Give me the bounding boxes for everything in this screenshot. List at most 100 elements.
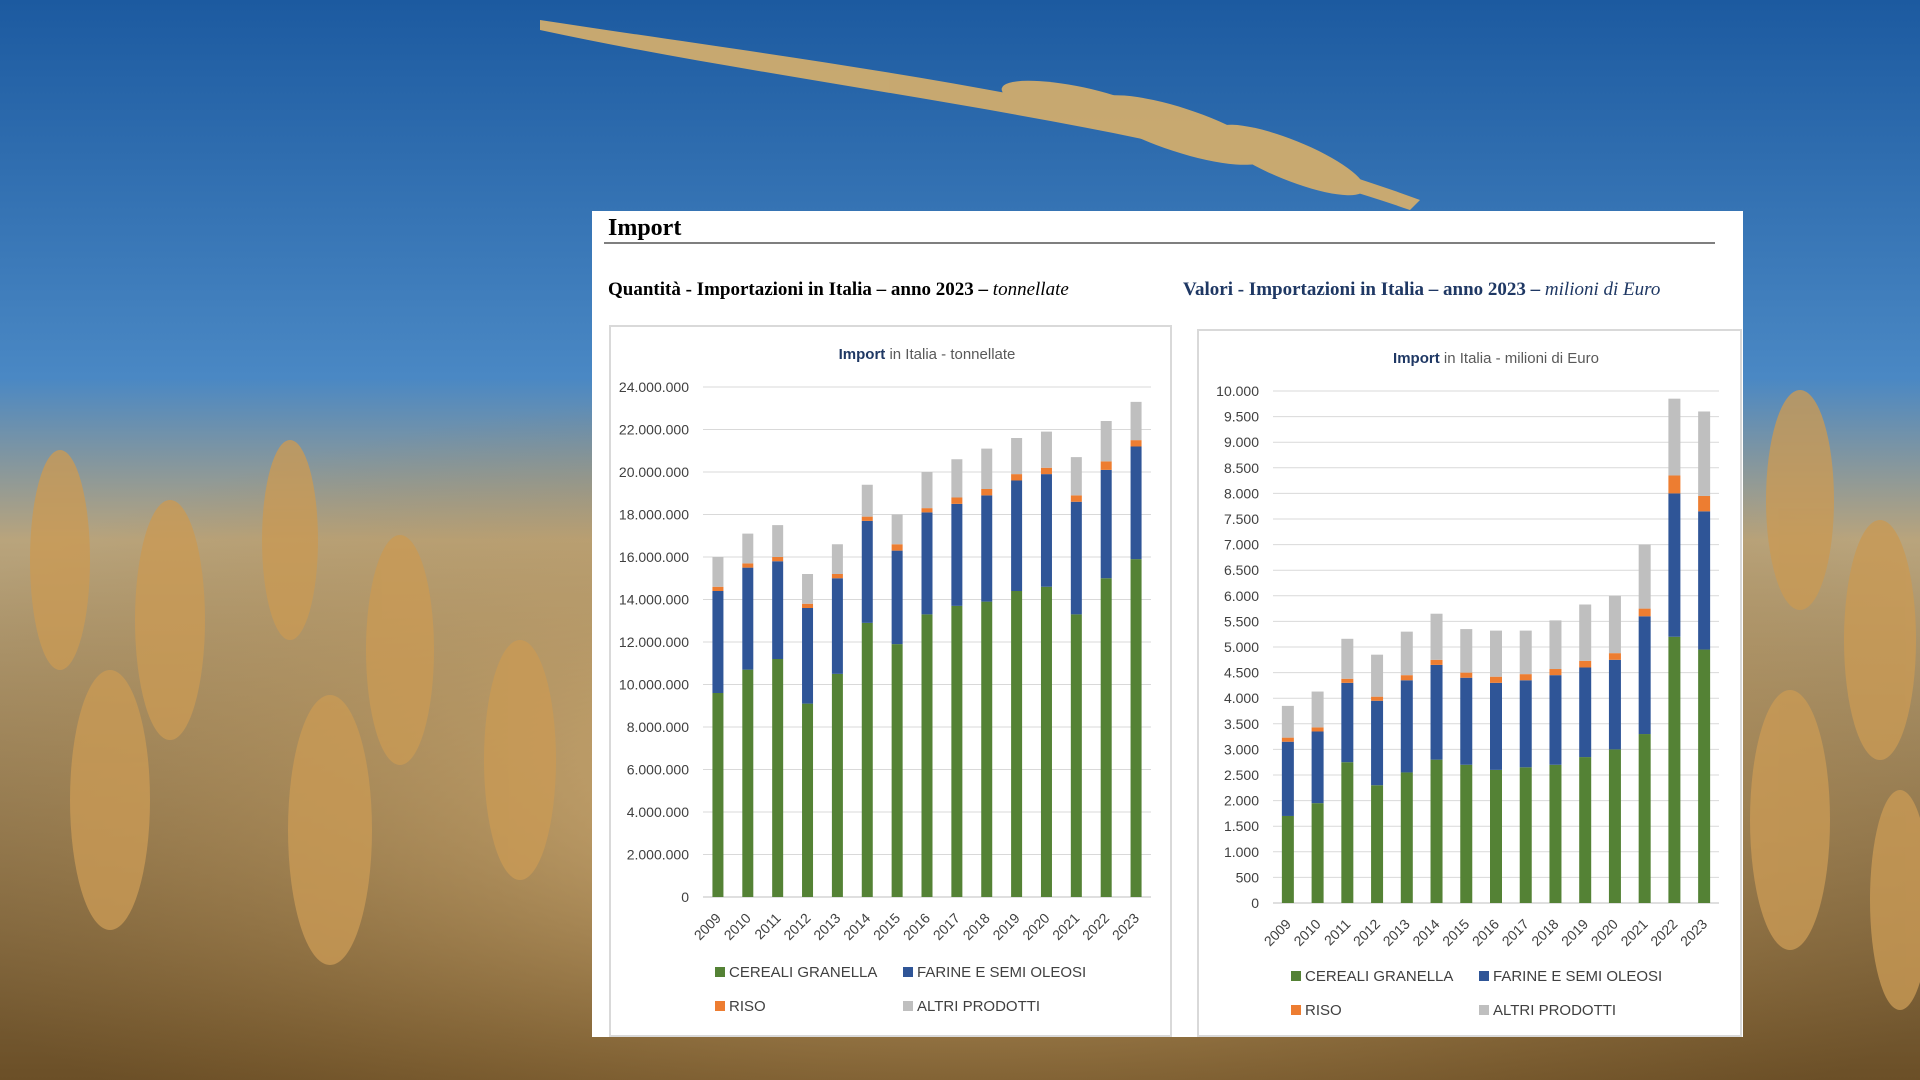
- chart0-bar-altri-2023: [1130, 401, 1142, 441]
- chart0-bar-cereali-2021: [1070, 614, 1082, 897]
- chart1-bar-farine-2012: [1371, 700, 1384, 786]
- chart0-xtick-label: 2016: [900, 910, 933, 943]
- chart-tonnellate: Import in Italia - tonnellate 0 2.000.000 4…: [609, 325, 1172, 1037]
- chart1-xtick-label: 2011: [1321, 916, 1354, 949]
- chart1-xtick-label: 2017: [1499, 916, 1532, 949]
- chart0-bar-altri-2018: [981, 448, 993, 489]
- chart1-xtick-label: 2019: [1558, 916, 1591, 949]
- chart1-bar-altri-2022: [1668, 398, 1681, 476]
- chart0-xtick-label: 2014: [840, 910, 873, 943]
- chart1-bar-cereali-2020: [1608, 749, 1621, 903]
- chart0-bar-cereali-2011: [772, 659, 784, 897]
- chart1-bar-riso-2010: [1311, 727, 1324, 732]
- chart1-title-bold: Import: [1393, 350, 1440, 367]
- chart-euro-svg: Import in Italia - milioni di Euro 0 500 1.…: [1216, 350, 1719, 1019]
- chart1-legend-label-cereali: CEREALI GRANELLA: [1305, 968, 1453, 985]
- chart1-legend-label-farine: FARINE E SEMI OLEOSI: [1493, 968, 1662, 985]
- chart0-bar-cereali-2010: [742, 669, 754, 897]
- chart0-bar-farine-2021: [1070, 501, 1082, 615]
- chart0-xtick-label: 2017: [930, 910, 963, 943]
- chart1-bar-cereali-2017: [1519, 767, 1532, 903]
- chart0-bar-farine-2010: [742, 567, 754, 670]
- chart1-ytick-label: 1.000: [1224, 844, 1259, 860]
- chart1-xtick-label: 2009: [1261, 916, 1294, 949]
- chart0-xtick-label: 2018: [960, 910, 993, 943]
- chart1-xtick-label: 2013: [1380, 916, 1413, 949]
- chart0-bar-riso-2019: [1011, 474, 1023, 481]
- chart0-bar-farine-2020: [1040, 474, 1052, 587]
- chart1-ytick-label: 6.000: [1224, 588, 1259, 604]
- chart0-title: Import in Italia - tonnellate: [839, 346, 1016, 363]
- chart1-bar-riso-2013: [1400, 675, 1413, 681]
- right-chart-subtitle: Valori - Importazioni in Italia – anno 2…: [1183, 279, 1660, 301]
- import-panel: Import Quantità - Importazioni in Italia…: [592, 211, 1743, 1037]
- chart1-bar-altri-2011: [1341, 638, 1354, 679]
- chart0-ytick-label: 0: [681, 889, 689, 905]
- chart1-ytick-label: 1.500: [1224, 818, 1259, 834]
- chart0-bar-riso-2009: [712, 586, 724, 591]
- chart0-bar-altri-2011: [772, 525, 784, 557]
- chart1-xtick-label: 2015: [1439, 916, 1472, 949]
- chart1-bar-cereali-2011: [1341, 762, 1354, 903]
- chart1-legend-label-riso: RISO: [1305, 1002, 1342, 1019]
- chart0-ytick-label: 6.000.000: [627, 762, 689, 778]
- chart1-ytick-label: 2.000: [1224, 793, 1259, 809]
- chart1-bar-altri-2012: [1371, 654, 1384, 697]
- chart1-bar-farine-2009: [1281, 741, 1294, 816]
- chart1-bar-altri-2014: [1430, 613, 1443, 660]
- chart1-legend-swatch-altri: [1479, 1005, 1489, 1015]
- chart0-legend-swatch-farine: [903, 967, 913, 977]
- chart1-ytick-label: 500: [1236, 869, 1260, 885]
- chart1-xtick-label: 2020: [1588, 916, 1621, 949]
- chart0-bar-riso-2020: [1040, 467, 1052, 475]
- chart1-bar-farine-2010: [1311, 731, 1324, 804]
- chart1-bar-altri-2015: [1460, 629, 1473, 673]
- chart0-bar-farine-2009: [712, 591, 724, 693]
- chart1-bar-farine-2019: [1579, 667, 1592, 758]
- chart1-bar-altri-2021: [1638, 544, 1651, 609]
- chart0-bar-altri-2016: [921, 472, 933, 509]
- chart1-bar-cereali-2016: [1490, 769, 1502, 903]
- chart1-xtick-label: 2021: [1617, 916, 1650, 949]
- chart0-bar-altri-2017: [951, 459, 963, 498]
- chart0-bar-cereali-2022: [1100, 578, 1112, 897]
- chart0-bar-riso-2012: [802, 603, 814, 608]
- chart1-bar-riso-2022: [1668, 475, 1681, 494]
- chart0-bar-cereali-2014: [861, 622, 873, 897]
- chart0-bar-farine-2015: [891, 550, 903, 645]
- chart0-ytick-label: 12.000.000: [619, 634, 689, 650]
- chart0-xtick-label: 2023: [1109, 910, 1142, 943]
- chart1-bar-riso-2017: [1519, 674, 1532, 681]
- chart1-ytick-label: 4.000: [1224, 690, 1259, 706]
- chart1-xtick-label: 2022: [1647, 916, 1680, 949]
- chart0-bar-cereali-2012: [802, 703, 814, 897]
- chart0-bar-altri-2015: [891, 514, 903, 545]
- chart0-legend-label-riso: RISO: [729, 998, 766, 1015]
- chart0-ytick-label: 18.000.000: [619, 507, 689, 523]
- chart0-xtick-label: 2015: [870, 910, 903, 943]
- chart0-bar-riso-2016: [921, 508, 933, 513]
- chart0-xtick-label: 2021: [1049, 910, 1082, 943]
- chart1-bar-farine-2020: [1608, 659, 1621, 750]
- chart0-xtick-label: 2022: [1079, 910, 1112, 943]
- chart1-bar-cereali-2022: [1668, 636, 1681, 903]
- chart1-title: Import in Italia - milioni di Euro: [1393, 350, 1599, 367]
- chart0-legend-label-altri: ALTRI PRODOTTI: [917, 998, 1040, 1015]
- chart1-bar-farine-2016: [1490, 682, 1502, 770]
- chart1-bar-cereali-2018: [1549, 764, 1562, 903]
- chart0-xtick-label: 2020: [1019, 910, 1052, 943]
- title-divider: [604, 242, 1715, 244]
- chart1-bar-riso-2011: [1341, 678, 1354, 683]
- chart1-bar-riso-2018: [1549, 669, 1562, 676]
- chart1-legend-swatch-farine: [1479, 971, 1489, 981]
- chart0-ytick-label: 14.000.000: [619, 592, 689, 608]
- chart0-bar-farine-2011: [772, 561, 784, 659]
- chart0-xtick-label: 2013: [810, 910, 843, 943]
- chart1-xtick-label: 2023: [1677, 916, 1710, 949]
- chart0-bar-farine-2012: [802, 608, 814, 704]
- chart1-bar-riso-2015: [1460, 672, 1473, 678]
- chart0-bar-cereali-2018: [981, 601, 993, 897]
- chart1-title-rest: in Italia - milioni di Euro: [1440, 350, 1599, 367]
- chart1-ytick-label: 5.500: [1224, 613, 1259, 629]
- chart1-bar-cereali-2013: [1400, 772, 1413, 903]
